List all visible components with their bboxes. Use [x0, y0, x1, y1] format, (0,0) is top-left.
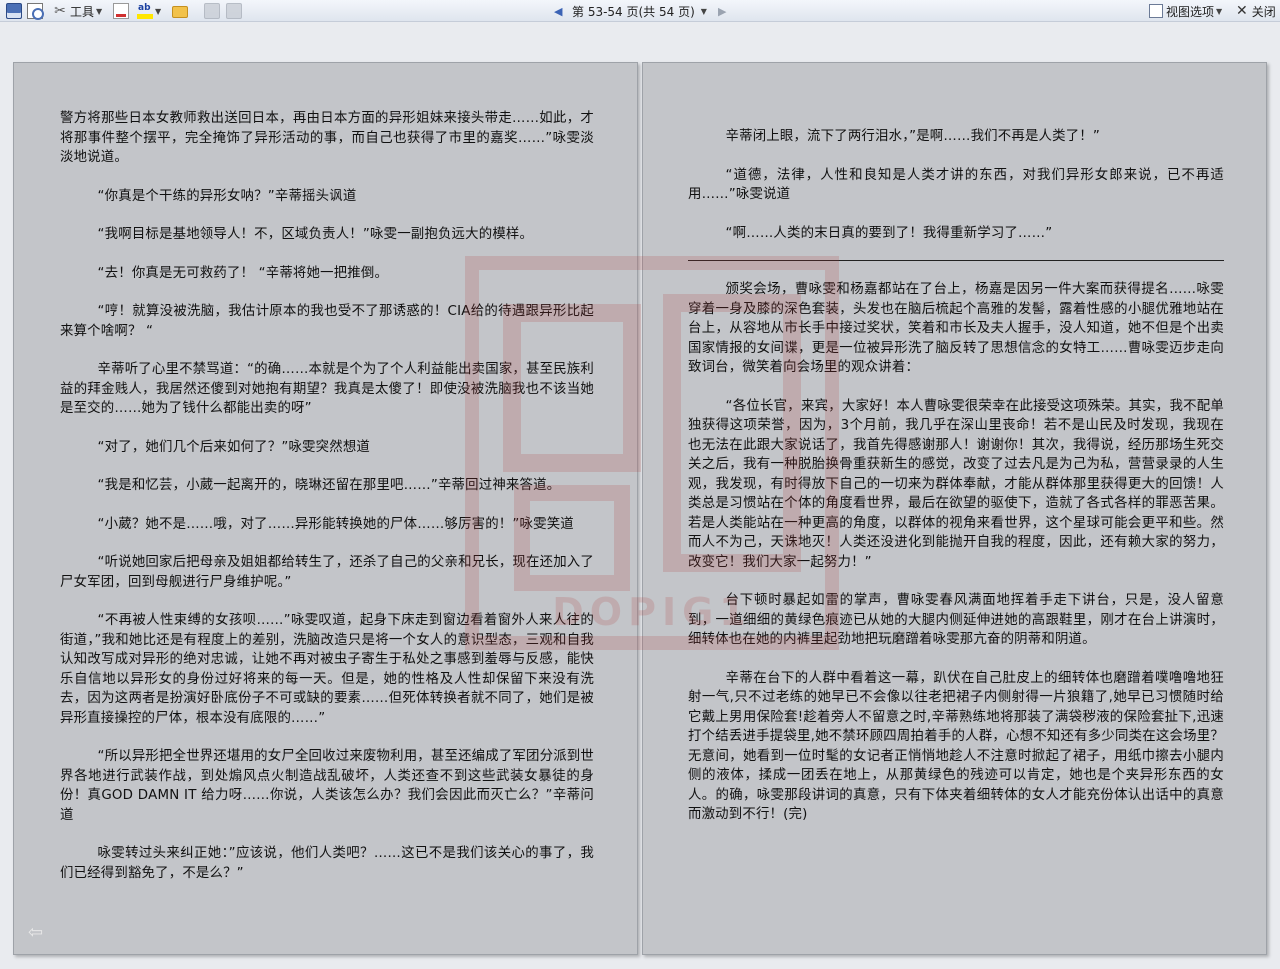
tools-menu-button[interactable]: ✂ 工具 ▼: [52, 2, 102, 20]
triangle-right-icon: ▶: [718, 4, 727, 18]
right-page-top-section: 辛蒂闭上眼，流下了两行泪水，”是啊……我们不再是人类了！” “道德，法律，人性和良…: [688, 127, 1224, 243]
paragraph: “哼！就算没被洗脑，我估计原本的我也受不了那诱惑的！CIA给的待遇跟异形比起来算…: [60, 304, 594, 339]
close-icon: ✕: [1236, 3, 1248, 19]
paragraph: “道德，法律，人性和良知是人类才讲的东西，对我们异形女郎来说，已不再适用……”咏…: [688, 167, 1224, 203]
page-status-text: 第 53-54 页(共 54 页): [572, 4, 695, 19]
chevron-down-icon: ▼: [96, 6, 103, 16]
paragraph: “你真是个干练的异形女呐？”辛蒂摇头讽道: [97, 188, 357, 204]
print-preview-icon: [27, 3, 44, 20]
paragraph: “各位长官，来宾，大家好！本人曹咏雯很荣幸在此接受这项殊荣。其实，我不配单独获得…: [688, 398, 1224, 570]
paragraph: “小葳？她不是……哦，对了……异形能转换她的尸体……够厉害的！”咏雯笑道: [97, 516, 574, 532]
close-label: 关闭: [1251, 4, 1276, 19]
right-page: 辛蒂闭上眼，流下了两行泪水，”是啊……我们不再是人类了！” “道德，法律，人性和良…: [642, 62, 1267, 955]
ink-button[interactable]: [226, 2, 242, 20]
view-options-button[interactable]: 视图选项 ▼: [1149, 2, 1222, 20]
highlight-glyph: ab: [138, 3, 151, 13]
save-icon: [6, 3, 22, 19]
chevron-down-icon: ▼: [700, 6, 707, 16]
right-page-bottom-section: 颁奖会场，曹咏雯和杨嘉都站在了台上，杨嘉是因另一件大案而获得提名……咏雯穿着一身…: [688, 280, 1224, 825]
paragraph: 辛蒂听了心里不禁骂道：“的确……本就是个为了个人利益能出卖国家，甚至民族利益的拜…: [60, 362, 594, 416]
highlight-icon: ab: [137, 3, 153, 19]
triangle-left-icon: ◀: [554, 4, 563, 18]
next-screen-button[interactable]: ▶: [718, 2, 726, 20]
tools-icon: ✂: [54, 3, 66, 19]
folder-icon: [172, 6, 188, 18]
close-reading-button[interactable]: ✕ 关闭: [1236, 2, 1276, 20]
open-folder-button[interactable]: [172, 2, 188, 20]
paragraph: 辛蒂闭上眼，流下了两行泪水，”是啊……我们不再是人类了！”: [725, 129, 1101, 144]
paragraph: “我啊目标是基地领导人！不，区域负责人！”咏雯一副抱负远大的模样。: [97, 227, 534, 242]
page-status[interactable]: 第 53-54 页(共 54 页) ▼: [572, 2, 707, 20]
paragraph: 台下顿时暴起如雷的掌声，曹咏雯春风满面地挥着手走下讲台，只是，没人留意到，一道细…: [688, 593, 1224, 647]
paragraph: 咏雯转过头来纠正她：”应该说，他们人类吧？……这已不是我们该关心的事了，我们已经…: [60, 846, 594, 881]
reader-toolbar: ✂ 工具 ▼ ab ▼ ◀ 第 53-54 页(共 54 页) ▼ ▶ 视图选项…: [0, 0, 1280, 22]
chevron-down-icon: ▼: [155, 6, 162, 16]
paragraph: “去！你真是无可救药了！ “辛蒂将她一把推倒。: [97, 265, 389, 281]
print-preview-button[interactable]: [27, 2, 44, 20]
paragraph: “所以异形把全世界还堪用的女尸全回收过来废物利用，甚至还编成了军团分派到世界各地…: [60, 749, 594, 823]
previous-screen-button[interactable]: ◀: [554, 2, 562, 20]
highlight-button[interactable]: ab ▼: [137, 2, 161, 20]
paragraph: “不再被人性束缚的女孩呗……”咏雯叹道，起身下床走到窗边看着窗外人来人往的街道，…: [60, 613, 594, 726]
tools-label: 工具: [70, 4, 95, 19]
paragraph: 警方将那些日本女教师救出送回日本，再由日本方面的异形姐妹来接头带走……如此，才将…: [60, 111, 594, 165]
left-page-text: 警方将那些日本女教师救出送回日本，再由日本方面的异形姐妹来接头带走……如此，才将…: [60, 109, 594, 902]
comment-icon: [204, 3, 220, 19]
save-button[interactable]: [6, 2, 22, 20]
paragraph: “我是和忆芸，小葳一起离开的，晓琳还留在那里吧……”辛蒂回过神来答道。: [97, 478, 561, 493]
paragraph: 辛蒂在台下的人群中看着这一幕，趴伏在自己肚皮上的细转体也磨蹭着噗噜噜地狂射一气,…: [688, 670, 1224, 823]
paragraph: 颁奖会场，曹咏雯和杨嘉都站在了台上，杨嘉是因另一件大案而获得提名……咏雯穿着一身…: [688, 282, 1224, 375]
left-page: 警方将那些日本女教师救出送回日本，再由日本方面的异形姐妹来接头带走……如此，才将…: [13, 62, 638, 955]
paragraph: “对了，她们几个后来如何了？”咏雯突然想道: [97, 439, 371, 455]
spell-check-button[interactable]: [113, 2, 129, 20]
right-page-text: 辛蒂闭上眼，流下了两行泪水，”是啊……我们不再是人类了！” “道德，法律，人性和良…: [688, 127, 1224, 844]
section-divider: [688, 260, 1224, 261]
paragraph: “听说她回家后把母亲及姐姐都给转生了，还杀了自己的父亲和兄长，现在还加入了尸女军…: [60, 555, 594, 590]
view-options-label: 视图选项: [1166, 4, 1215, 19]
spell-check-icon: [113, 3, 129, 19]
view-options-icon: [1149, 4, 1163, 18]
paragraph: “啊……人类的末日真的要到了！我得重新学习了……”: [725, 225, 1053, 241]
ink-icon: [226, 3, 242, 19]
back-arrow-icon[interactable]: ⇦: [28, 924, 50, 942]
chevron-down-icon: ▼: [1216, 6, 1223, 16]
comment-button[interactable]: [204, 2, 220, 20]
